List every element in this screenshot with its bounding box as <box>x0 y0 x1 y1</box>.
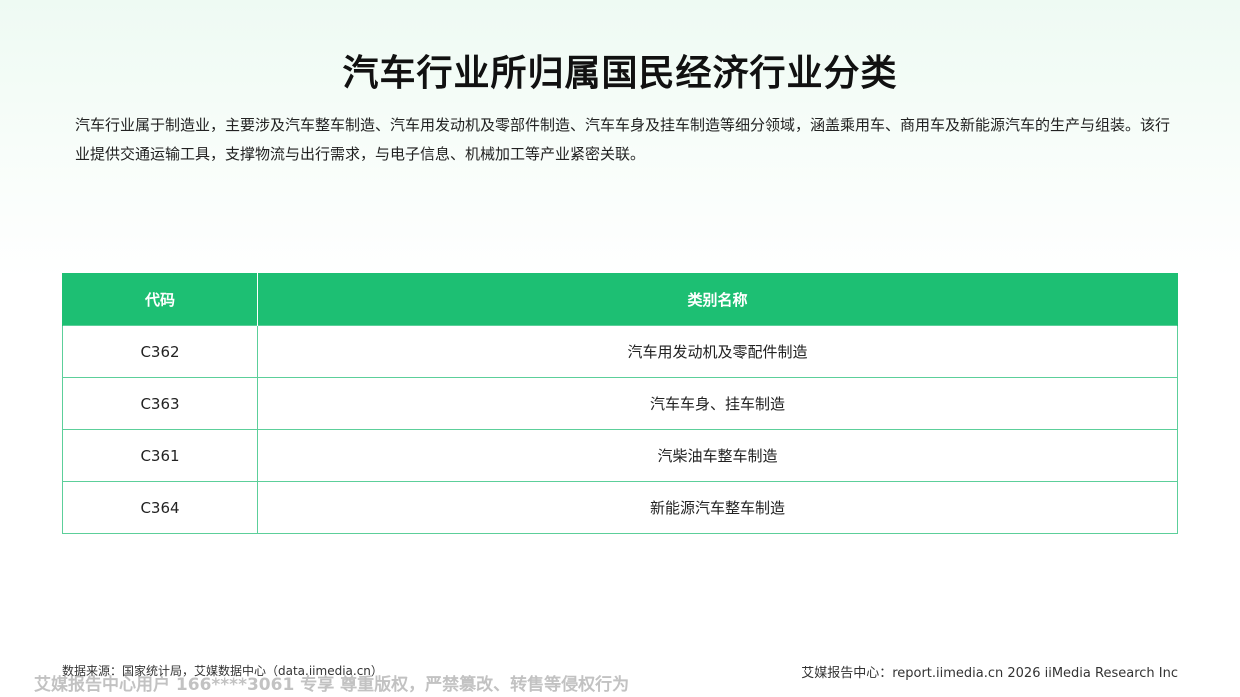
header-code: 代码 <box>62 273 258 326</box>
copyright-watermark: 艾媒报告中心用户 166****3061 专享 尊重版权，严禁篡改、转售等侵权行… <box>34 675 630 695</box>
intro-paragraph: 汽车行业属于制造业，主要涉及汽车整车制造、汽车用发动机及零部件制造、汽车车身及挂… <box>75 116 1171 163</box>
table-row: C361 汽柴油车整车制造 <box>62 429 1178 482</box>
cell-category-name: 新能源汽车整车制造 <box>257 481 1178 534</box>
table-row: C364 新能源汽车整车制造 <box>62 481 1178 534</box>
header-category-name: 类别名称 <box>257 273 1178 326</box>
cell-code: C363 <box>62 377 258 430</box>
cell-code: C362 <box>62 325 258 378</box>
table-header-row: 代码 类别名称 <box>62 273 1178 326</box>
page-title: 汽车行业所归属国民经济行业分类 <box>342 53 898 94</box>
cell-category-name: 汽车车身、挂车制造 <box>257 377 1178 430</box>
cell-category-name: 汽车用发动机及零配件制造 <box>257 325 1178 378</box>
industry-classification-table: 代码 类别名称 C362 汽车用发动机及零配件制造 C363 汽车车身、挂车制造… <box>62 273 1178 534</box>
cell-category-name: 汽柴油车整车制造 <box>257 429 1178 482</box>
table-row: C363 汽车车身、挂车制造 <box>62 377 1178 430</box>
cell-code: C364 <box>62 481 258 534</box>
cell-code: C361 <box>62 429 258 482</box>
table-row: C362 汽车用发动机及零配件制造 <box>62 325 1178 378</box>
report-center-credit: 艾媒报告中心：report.iimedia.cn 2026 iiMedia Re… <box>801 666 1178 681</box>
